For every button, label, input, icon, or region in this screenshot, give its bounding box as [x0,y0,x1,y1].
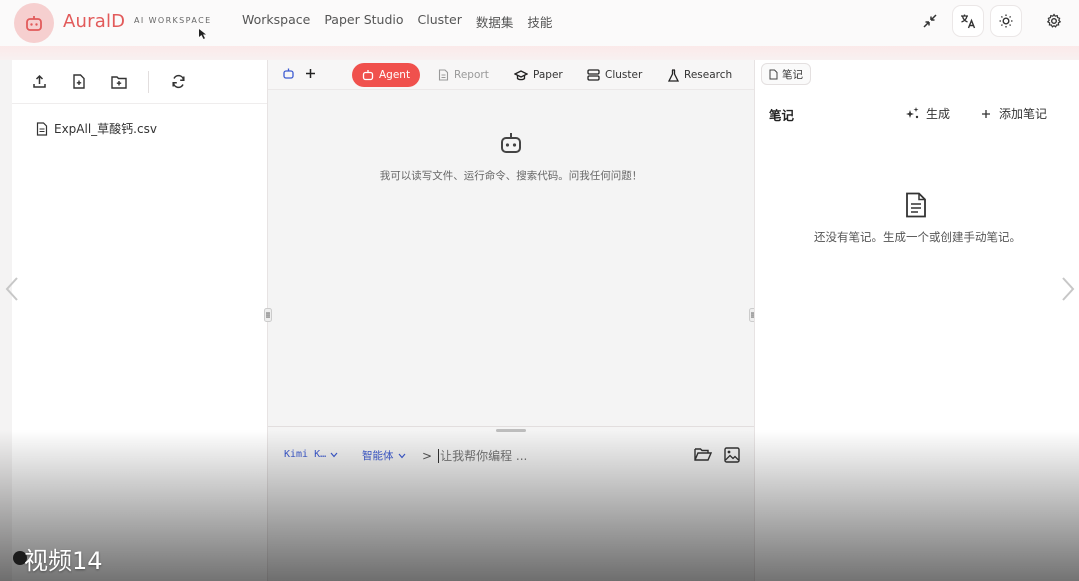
mode-selector-label: 智能体 [362,450,394,462]
file-toolbar [12,60,267,104]
cursor-icon [199,29,206,39]
translate-icon [961,14,976,29]
mode-selector[interactable]: 智能体 [362,448,406,463]
chat-tab-bar: Agent Report Paper Cluster Research [268,60,754,90]
file-item[interactable]: ExpAll_草酸钙.csv [36,120,157,137]
tab-paper[interactable]: Paper [504,63,573,87]
app-logo[interactable] [14,3,54,43]
toolbar-divider [148,70,149,93]
minimize-icon [923,14,937,28]
chevron-down-icon [398,453,405,458]
file-icon [36,121,48,136]
robot-tab-icon[interactable] [282,67,295,80]
top-icons [915,6,1069,36]
tab-cluster-label: Cluster [605,69,643,81]
sparkles-icon [906,107,919,119]
file-explorer: ExpAll_草酸钙.csv [12,60,268,581]
video-label: 视频14 [24,547,103,575]
gear-icon [1046,13,1062,28]
file-name: ExpAll_草酸钙.csv [54,122,157,136]
chevron-down-icon [330,452,338,457]
generate-notes-button[interactable]: 生成 [905,105,950,122]
flask-icon [668,68,679,82]
composer-actions [694,447,740,463]
nav-cluster[interactable]: Cluster [418,12,462,31]
composer-resize-handle[interactable] [496,429,526,432]
add-tab-icon[interactable] [305,68,316,79]
server-icon [587,69,600,81]
nav-skills[interactable]: 技能 [527,12,552,31]
notes-tab-label: 笔记 [782,68,803,81]
chat-input[interactable] [438,449,639,463]
new-file-icon [73,74,85,89]
document-icon [906,192,926,218]
prompt-area: > [422,449,639,463]
prompt-symbol: > [422,449,433,463]
new-file-button[interactable] [68,71,90,93]
tab-agent[interactable]: Agent [352,63,421,87]
folder-open-icon[interactable] [694,447,712,462]
main-nav: Workspace Paper Studio Cluster 数据集 技能 [242,12,552,31]
nav-workspace[interactable]: Workspace [242,12,310,31]
new-folder-button[interactable] [108,71,130,93]
add-note-label: 添加笔记 [999,107,1048,121]
brand-subtitle: AI WORKSPACE [134,16,212,25]
minimize-button[interactable] [915,6,945,36]
add-note-button[interactable]: 添加笔记 [981,105,1047,122]
top-bar: AuralD AI WORKSPACE Workspace Paper Stud… [0,0,1079,46]
new-folder-icon [111,75,127,89]
sun-icon [999,14,1013,28]
upload-button[interactable] [28,71,50,93]
graduation-cap-icon [514,69,528,80]
robot-icon [26,16,42,31]
settings-button[interactable] [1039,6,1069,36]
notes-empty-message: 还没有笔记。生成一个或创建手动笔记。 [814,230,1021,244]
notes-tab[interactable]: 笔记 [761,63,811,85]
report-icon [438,69,449,81]
plus-icon [982,109,990,118]
tab-paper-label: Paper [533,69,563,81]
refresh-button[interactable] [167,71,189,93]
notes-panel: 笔记 笔记 生成 添加笔记 还没有笔记。生成一个或创建手动笔记。 [754,60,1079,581]
chat-tab-actions [282,67,316,80]
notes-title: 笔记 [769,108,795,123]
nav-datasets[interactable]: 数据集 [476,12,514,31]
chevron-left-icon[interactable] [4,276,20,302]
chat-empty-message: 我可以读写文件、运行命令、搜索代码。问我任何问题！ [379,170,643,182]
tab-cluster[interactable]: Cluster [577,63,652,87]
chevron-right-icon[interactable] [1060,276,1076,302]
tab-research[interactable]: Research [658,63,742,87]
chat-composer: Kimi K… 智能体 > [268,426,754,581]
model-selector[interactable]: Kimi K… [284,449,338,460]
left-resize-handle[interactable] [264,308,272,322]
refresh-icon [171,74,185,89]
robot-placeholder-icon [501,133,521,153]
model-selector-label: Kimi K… [284,449,327,460]
generate-notes-label: 生成 [926,107,951,121]
translate-button[interactable] [953,6,983,36]
tab-research-label: Research [684,69,733,81]
robot-icon [362,70,374,81]
tab-report-label: Report [454,69,489,81]
theme-button[interactable] [991,6,1021,36]
header-accent-strip [0,46,1079,60]
note-icon [769,69,778,79]
image-icon[interactable] [724,447,740,463]
brand-name: AuralD [63,11,126,32]
tab-report[interactable]: Report [428,63,499,87]
tab-agent-label: Agent [379,69,411,81]
upload-icon [32,74,46,88]
nav-paper-studio[interactable]: Paper Studio [324,12,403,31]
